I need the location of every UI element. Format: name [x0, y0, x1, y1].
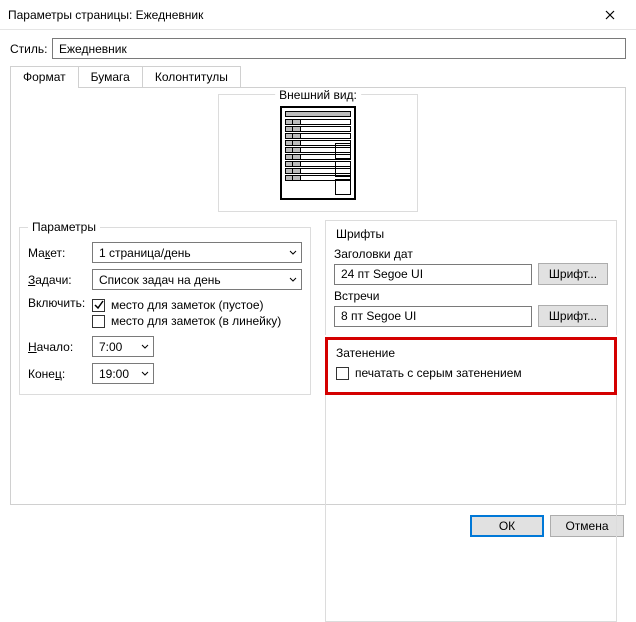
appointments-label: Встречи — [334, 289, 608, 303]
shading-legend: Затенение — [336, 346, 606, 360]
tabs-bar: Формат Бумага Колонтитулы — [10, 65, 626, 87]
titlebar: Параметры страницы: Ежедневник — [0, 0, 636, 30]
tab-panel: Внешний вид: — [10, 87, 626, 505]
include-notes-empty-label: место для заметок (пустое) — [111, 298, 264, 312]
tasks-input[interactable] — [92, 269, 302, 290]
layout-combo[interactable] — [92, 242, 302, 263]
include-notes-lined-label: место для заметок (в линейку) — [111, 314, 281, 328]
parameters-group: Параметры Макет: Задачи: — [19, 220, 311, 395]
date-headers-label: Заголовки дат — [334, 247, 608, 261]
window-title: Параметры страницы: Ежедневник — [8, 8, 590, 22]
close-button[interactable] — [590, 1, 630, 29]
font-button-date-headers[interactable]: Шрифт... — [538, 263, 608, 285]
style-row: Стиль: Ежедневник — [10, 38, 626, 59]
include-notes-lined-row[interactable]: место для заметок (в линейку) — [92, 314, 302, 328]
close-icon — [605, 10, 615, 20]
end-combo[interactable] — [92, 363, 154, 384]
layout-input[interactable] — [92, 242, 302, 263]
style-label: Стиль: — [10, 42, 52, 56]
shading-group-highlight: Затенение печатать с серым затенением — [325, 337, 617, 395]
right-spacer — [325, 395, 617, 622]
end-label: Конец: — [28, 367, 92, 381]
include-notes-empty-row[interactable]: место для заметок (пустое) — [92, 298, 302, 312]
checkbox-print-shading[interactable] — [336, 367, 349, 380]
tasks-label: Задачи: — [28, 273, 92, 287]
end-input[interactable] — [92, 363, 154, 384]
checkbox-notes-lined[interactable] — [92, 315, 105, 328]
tab-headers-footers[interactable]: Колонтитулы — [142, 66, 241, 88]
include-label: Включить: — [28, 296, 92, 310]
appointments-value: 8 пт Segoe UI — [334, 306, 532, 327]
appearance-legend: Внешний вид: — [275, 88, 361, 102]
appearance-group: Внешний вид: — [218, 94, 418, 212]
layout-label: Макет: — [28, 246, 92, 260]
start-input[interactable] — [92, 336, 154, 357]
tab-paper[interactable]: Бумага — [78, 66, 143, 88]
fonts-legend: Шрифты — [332, 227, 388, 241]
shading-checkbox-label: печатать с серым затенением — [355, 366, 522, 380]
appearance-frame — [218, 94, 418, 212]
style-value: Ежедневник — [59, 42, 127, 56]
shading-checkbox-row[interactable]: печатать с серым затенением — [336, 366, 606, 380]
font-button-appointments[interactable]: Шрифт... — [538, 305, 608, 327]
style-input[interactable]: Ежедневник — [52, 38, 626, 59]
parameters-legend: Параметры — [28, 220, 100, 234]
tab-format[interactable]: Формат — [10, 66, 79, 88]
tasks-combo[interactable] — [92, 269, 302, 290]
checkbox-notes-empty[interactable] — [92, 299, 105, 312]
start-combo[interactable] — [92, 336, 154, 357]
start-label: Начало: — [28, 340, 92, 354]
layout-preview — [280, 106, 356, 200]
date-headers-value: 24 пт Segoe UI — [334, 264, 532, 285]
